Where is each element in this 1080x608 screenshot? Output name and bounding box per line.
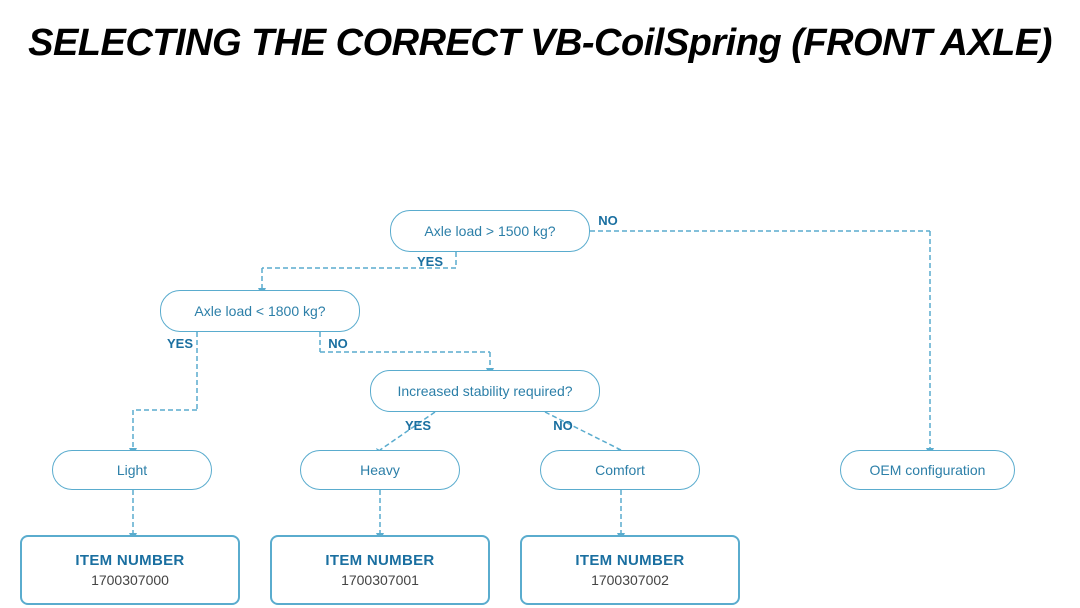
oem-node: OEM configuration xyxy=(840,450,1015,490)
diagram-area: YES NO YES NO YES NO Axle load > 1500 kg… xyxy=(0,80,1080,580)
page-title: SELECTING THE CORRECT VB-CoilSpring (FRO… xyxy=(0,0,1080,75)
svg-text:NO: NO xyxy=(328,336,348,351)
comfort-node: Comfort xyxy=(540,450,700,490)
item-number-2: 1700307002 xyxy=(591,572,669,588)
light-node: Light xyxy=(52,450,212,490)
item-number-0: 1700307000 xyxy=(91,572,169,588)
item-label-1: ITEM NUMBER xyxy=(325,552,434,569)
svg-text:NO: NO xyxy=(553,418,573,433)
svg-text:YES: YES xyxy=(405,418,431,433)
q1-node: Axle load > 1500 kg? xyxy=(390,210,590,252)
svg-text:YES: YES xyxy=(167,336,193,351)
heavy-node: Heavy xyxy=(300,450,460,490)
q2-node: Axle load < 1800 kg? xyxy=(160,290,360,332)
item-number-1: 1700307001 xyxy=(341,572,419,588)
item-box-2: ITEM NUMBER 1700307002 xyxy=(520,535,740,605)
svg-text:YES: YES xyxy=(417,254,443,269)
svg-text:NO: NO xyxy=(598,213,618,228)
item-box-1: ITEM NUMBER 1700307001 xyxy=(270,535,490,605)
item-box-0: ITEM NUMBER 1700307000 xyxy=(20,535,240,605)
q3-node: Increased stability required? xyxy=(370,370,600,412)
item-label-2: ITEM NUMBER xyxy=(575,552,684,569)
item-label-0: ITEM NUMBER xyxy=(75,552,184,569)
diagram-svg: YES NO YES NO YES NO xyxy=(0,80,1080,580)
